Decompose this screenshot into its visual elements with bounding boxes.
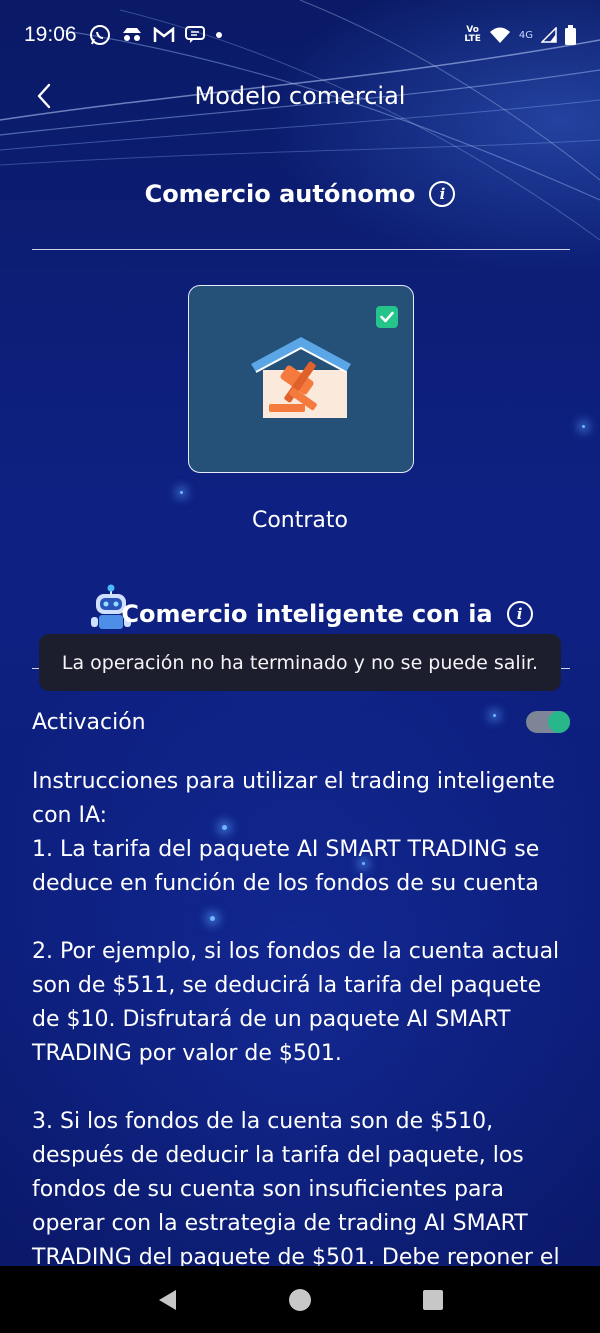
glow-dot [180,491,183,494]
status-bar: 19:06 Vo LTE 4G [0,0,600,70]
app-header: Modelo comercial [0,70,600,122]
whatsapp-icon [89,25,110,45]
instructions-text: Instrucciones para utilizar el trading i… [32,765,572,1309]
back-button[interactable] [26,78,62,114]
activation-label: Activación [32,709,146,735]
status-time: 19:06 [24,23,77,46]
instructions-intro: Instrucciones para utilizar el trading i… [32,769,555,828]
card-label: Contrato [251,508,348,533]
checkbox-checked-icon [376,306,398,328]
contract-option-card[interactable] [188,285,414,473]
volte-icon: Vo LTE [464,26,481,44]
lte-label: LTE [464,34,481,44]
info-icon[interactable]: i [429,181,456,207]
section-divider [32,249,570,250]
dot-icon [215,32,222,38]
activation-toggle[interactable] [526,711,570,733]
notification-icons [89,24,223,46]
network-type: 4G [518,29,533,41]
instruction-item: 2. Por ejemplo, si los fondos de la cuen… [32,939,560,1066]
recents-square-icon [423,1289,444,1310]
gavel-house-icon [251,337,351,418]
page-title: Modelo comercial [194,82,406,110]
battery-icon [565,25,576,45]
activation-row: Activación [32,704,570,740]
back-triangle-icon [158,1289,176,1310]
autonomous-section-title: Comercio autónomo [144,180,416,208]
glow-dot [582,425,585,428]
instruction-item: 1. La tarifa del paquete AI SMART TRADIN… [32,837,540,896]
autonomous-section-header: Comercio autónomo i [0,176,600,212]
system-nav-bar [0,1266,600,1333]
ai-section-header: Comercio inteligente con ia i [0,596,600,632]
toggle-knob [548,711,570,733]
ai-section-title: Comercio inteligente con ia [121,600,493,628]
home-circle-icon [288,1288,311,1311]
incognito-icon [122,28,141,41]
info-icon[interactable]: i [506,601,533,627]
wifi-icon [489,27,510,43]
nav-recents-button[interactable] [413,1280,453,1320]
gmail-icon [153,27,174,42]
nav-back-button[interactable] [147,1280,187,1320]
message-icon [184,26,205,43]
system-icons: Vo LTE 4G [464,25,576,45]
chevron-left-icon [37,83,51,109]
toast-message: La operación no ha terminado y no se pue… [39,634,561,691]
instruction-item: 3. Si los fondos de la cuenta son de $51… [32,1109,560,1270]
signal-icon [541,27,557,43]
nav-home-button[interactable] [280,1280,320,1320]
